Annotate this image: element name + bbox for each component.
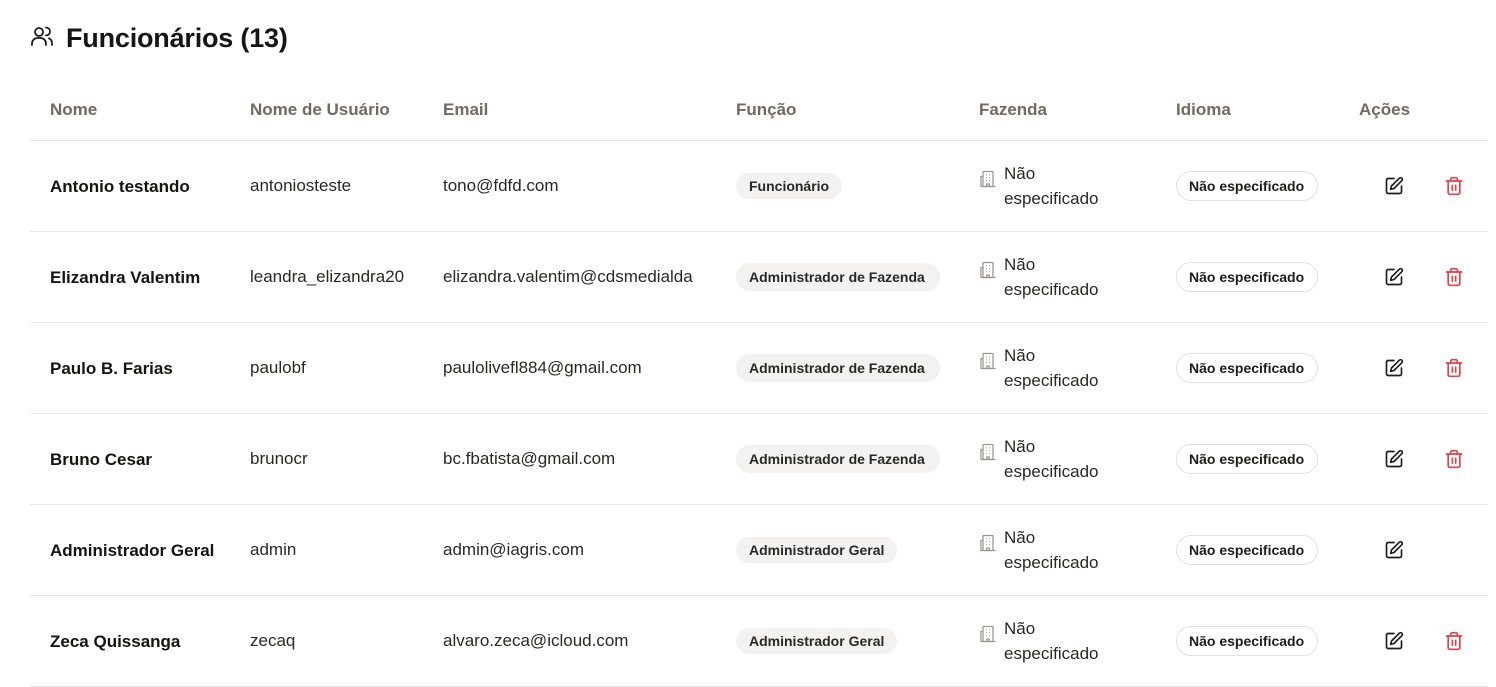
employee-language-cell: Não especificado — [1176, 505, 1336, 595]
table-row: Antonio testando antoniosteste tono@fdfd… — [30, 141, 1488, 232]
table-row: Administrador Geral admin admin@iagris.c… — [30, 505, 1488, 596]
employee-farm-cell: Não especificado — [978, 323, 1158, 413]
employee-farm-cell: Não especificado — [978, 232, 1158, 322]
employee-farm-cell: Não especificado — [978, 141, 1158, 231]
row-actions — [1370, 141, 1480, 231]
employee-language-cell: Não especificado — [1176, 323, 1336, 413]
table-row: Elizandra Valentim leandra_elizandra20 e… — [30, 232, 1488, 323]
employee-name: Elizandra Valentim — [50, 267, 201, 287]
edit-icon[interactable] — [1383, 175, 1405, 197]
building-icon — [978, 525, 1004, 558]
edit-icon[interactable] — [1383, 266, 1405, 288]
employee-email: alvaro.zeca@icloud.com — [443, 631, 629, 650]
employee-email: tono@fdfd.com — [443, 176, 559, 195]
row-actions — [1370, 232, 1480, 322]
role-badge: Administrador de Fazenda — [736, 263, 940, 291]
employee-username: brunocr — [250, 449, 308, 468]
edit-icon[interactable] — [1383, 539, 1405, 561]
trash-icon[interactable] — [1443, 630, 1465, 652]
column-header-username[interactable]: Nome de Usuário — [250, 80, 390, 140]
employee-language-cell: Não especificado — [1176, 232, 1336, 322]
employee-email: bc.fbatista@gmail.com — [443, 449, 616, 468]
row-actions — [1370, 505, 1480, 595]
language-badge: Não especificado — [1176, 171, 1318, 201]
employee-role-cell: Administrador de Fazenda — [736, 414, 966, 504]
trash-icon[interactable] — [1443, 357, 1465, 379]
employee-language-cell: Não especificado — [1176, 414, 1336, 504]
employee-username: leandra_elizandra20 — [250, 267, 405, 286]
edit-icon[interactable] — [1383, 630, 1405, 652]
row-actions — [1370, 596, 1480, 686]
edit-icon[interactable] — [1383, 357, 1405, 379]
row-actions — [1370, 414, 1480, 504]
page-title: Funcionários (13) — [66, 22, 288, 53]
trash-icon[interactable] — [1443, 175, 1465, 197]
building-icon — [978, 161, 1004, 194]
farm-value: Não especificado — [1004, 346, 1099, 390]
column-header-email[interactable]: Email — [443, 80, 488, 140]
employee-role-cell: Administrador de Fazenda — [736, 232, 966, 322]
employee-farm-cell: Não especificado — [978, 596, 1158, 686]
users-icon — [30, 24, 66, 53]
language-badge: Não especificado — [1176, 626, 1318, 656]
employee-username: zecaq — [250, 631, 296, 650]
column-header-role[interactable]: Função — [736, 80, 796, 140]
employee-farm-cell: Não especificado — [978, 414, 1158, 504]
language-badge: Não especificado — [1176, 262, 1318, 292]
employee-email: paulolivefl884@gmail.com — [443, 358, 642, 377]
employee-email: admin@iagris.com — [443, 540, 585, 559]
employee-name: Paulo B. Farias — [50, 358, 173, 378]
column-header-farm[interactable]: Fazenda — [979, 80, 1047, 140]
role-badge: Administrador de Fazenda — [736, 354, 940, 382]
row-actions — [1370, 323, 1480, 413]
employee-username: antoniosteste — [250, 176, 352, 195]
employee-role-cell: Administrador de Fazenda — [736, 323, 966, 413]
farm-value: Não especificado — [1004, 619, 1099, 663]
role-badge: Administrador Geral — [736, 628, 898, 654]
farm-value: Não especificado — [1004, 437, 1099, 481]
employee-role-cell: Administrador Geral — [736, 505, 966, 595]
employees-table: Nome Nome de Usuário Email Função Fazend… — [30, 80, 1488, 687]
farm-value: Não especificado — [1004, 255, 1099, 299]
edit-icon[interactable] — [1383, 448, 1405, 470]
column-header-name[interactable]: Nome — [50, 80, 97, 140]
building-icon — [978, 434, 1004, 467]
farm-value: Não especificado — [1004, 164, 1099, 208]
farm-value: Não especificado — [1004, 528, 1099, 572]
building-icon — [978, 343, 1004, 376]
column-header-language[interactable]: Idioma — [1176, 80, 1231, 140]
role-badge: Administrador Geral — [736, 537, 898, 563]
employee-farm-cell: Não especificado — [978, 505, 1158, 595]
employee-email: elizandra.valentim@cdsmedialda — [443, 267, 693, 286]
table-row: Bruno Cesar brunocr bc.fbatista@gmail.co… — [30, 414, 1488, 505]
employee-role-cell: Funcionário — [736, 141, 966, 231]
employee-name: Administrador Geral — [50, 540, 215, 560]
employee-language-cell: Não especificado — [1176, 596, 1336, 686]
employee-role-cell: Administrador Geral — [736, 596, 966, 686]
building-icon — [978, 616, 1004, 649]
role-badge: Administrador de Fazenda — [736, 445, 940, 473]
language-badge: Não especificado — [1176, 535, 1318, 565]
table-row: Paulo B. Farias paulobf paulolivefl884@g… — [30, 323, 1488, 414]
page-header: Funcionários (13) — [30, 20, 288, 56]
building-icon — [978, 252, 1004, 285]
employee-username: admin — [250, 540, 297, 559]
table-body: Antonio testando antoniosteste tono@fdfd… — [30, 141, 1488, 687]
employee-name: Bruno Cesar — [50, 449, 153, 469]
trash-icon[interactable] — [1443, 448, 1465, 470]
language-badge: Não especificado — [1176, 444, 1318, 474]
employee-language-cell: Não especificado — [1176, 141, 1336, 231]
employee-username: paulobf — [250, 358, 306, 377]
table-header: Nome Nome de Usuário Email Função Fazend… — [30, 80, 1488, 141]
language-badge: Não especificado — [1176, 353, 1318, 383]
employee-name: Antonio testando — [50, 176, 190, 196]
table-row: Zeca Quissanga zecaq alvaro.zeca@icloud.… — [30, 596, 1488, 687]
column-header-actions: Ações — [1359, 100, 1411, 119]
role-badge: Funcionário — [736, 173, 843, 199]
employee-name: Zeca Quissanga — [50, 631, 181, 651]
trash-icon[interactable] — [1443, 266, 1465, 288]
